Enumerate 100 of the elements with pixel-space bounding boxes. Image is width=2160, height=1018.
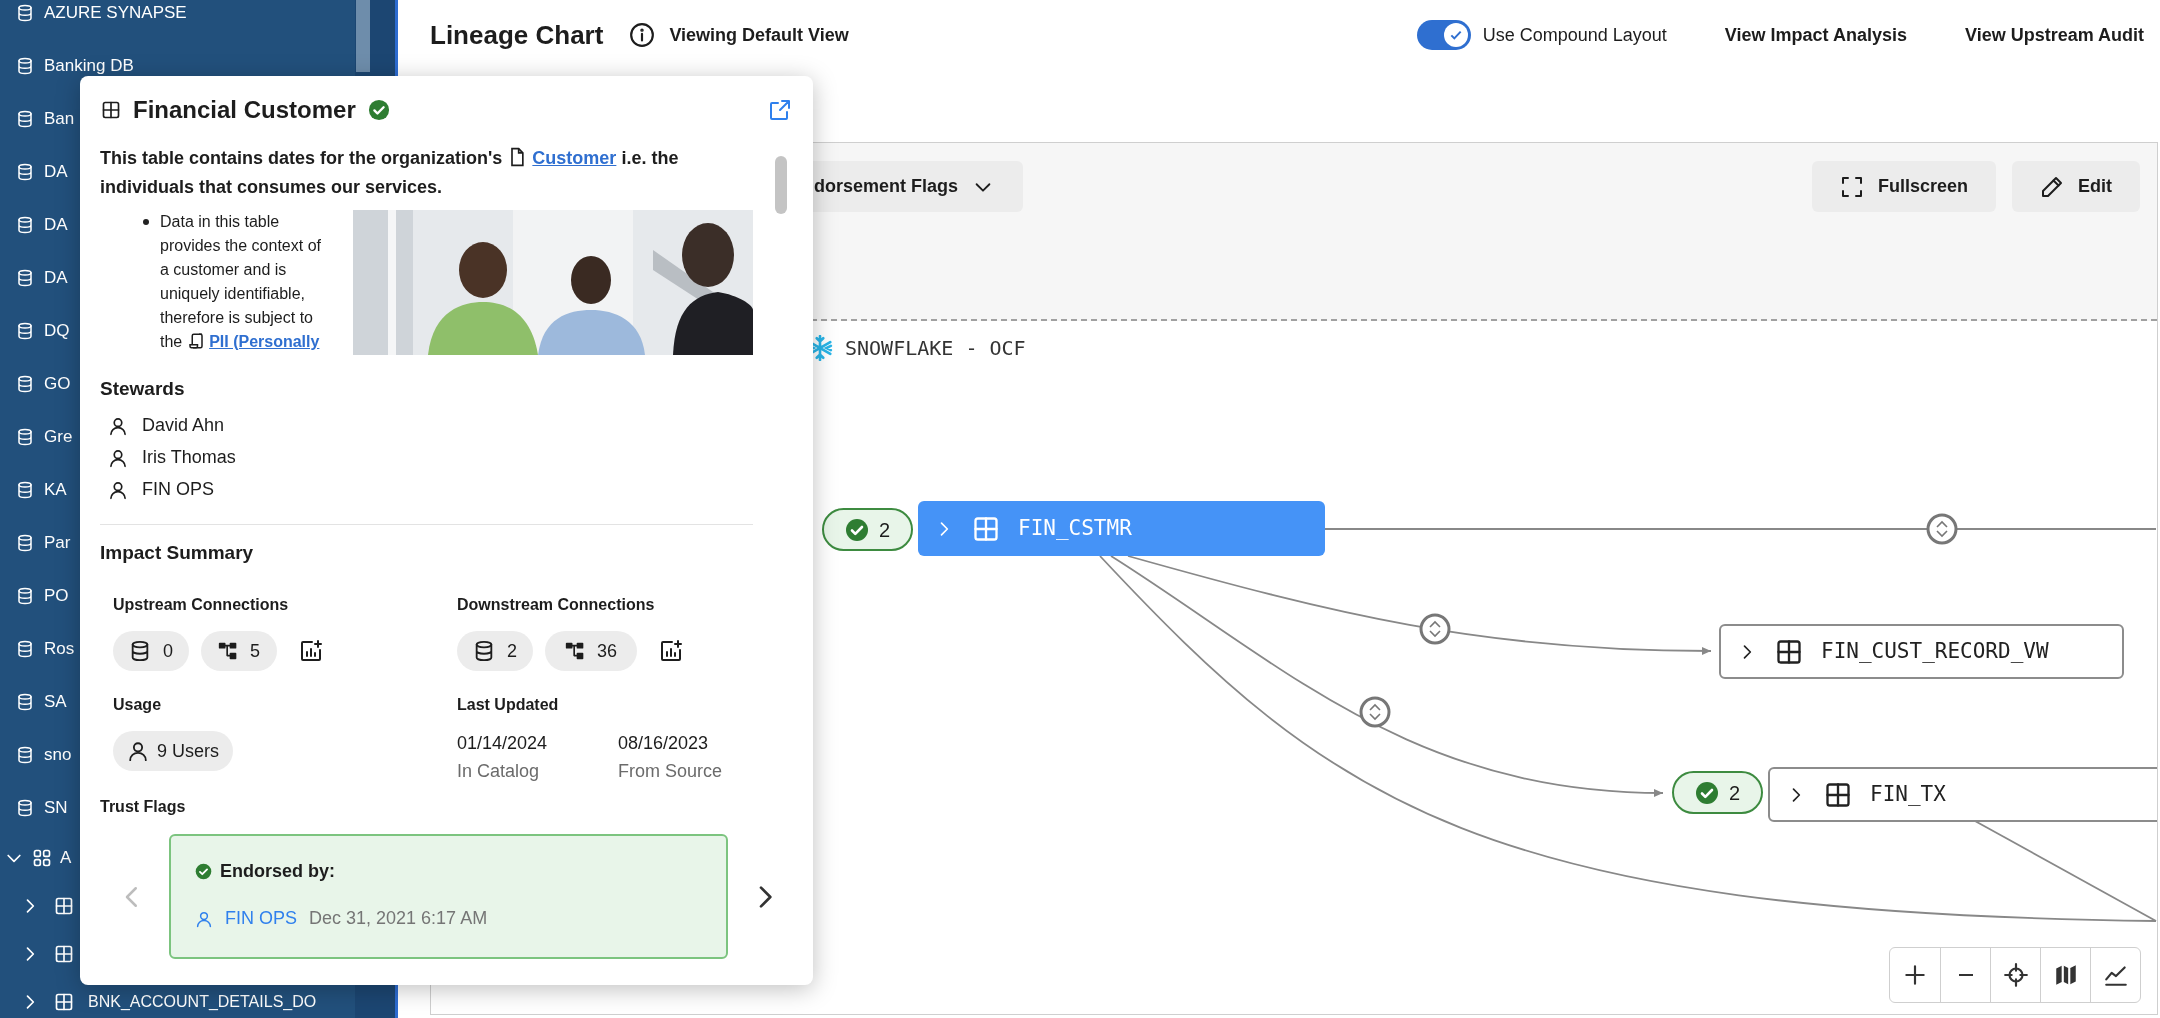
table-icon — [1824, 780, 1852, 809]
table-icon — [54, 896, 74, 916]
usage-pill[interactable]: 9 Users — [113, 731, 233, 771]
check-icon — [844, 517, 869, 542]
database-icon — [16, 745, 34, 764]
table-icon — [972, 514, 1000, 543]
person-icon — [195, 909, 213, 928]
description-text: This table contains dates for the organization's Customer i.e. the individuals that consumes our services. — [100, 146, 680, 199]
sidebar-item[interactable]: sno — [44, 741, 72, 768]
count-pill[interactable]: 0 — [113, 631, 189, 671]
grid-icon — [32, 848, 52, 868]
database-icon — [16, 162, 34, 181]
sidebar-item[interactable]: SN — [44, 794, 68, 821]
count-pill[interactable]: 2 — [457, 631, 533, 671]
sidebar-item[interactable]: DQ — [44, 317, 70, 344]
check-icon — [1694, 780, 1719, 805]
database-icon — [16, 374, 34, 393]
verified-icon — [367, 99, 390, 121]
chart-add-icon[interactable] — [299, 639, 323, 663]
toggle-switch[interactable] — [1416, 20, 1471, 50]
date-value: 01/14/2024 — [457, 732, 549, 755]
edit-button[interactable]: Edit — [2012, 161, 2140, 212]
person-icon — [108, 415, 128, 436]
endorsed-time: Dec 31, 2021 6:17 AM — [309, 907, 488, 930]
view-label: Viewing Default View — [669, 23, 849, 47]
bullet-text: Data in this table provides the context of a customer and is uniquely identifiable, therefore is subject to the PII (Personally — [160, 212, 322, 352]
sidebar-item[interactable]: KA — [44, 476, 67, 503]
sidebar-item[interactable]: Ban — [44, 105, 75, 132]
badge-count: 2 — [1728, 780, 1741, 806]
database-icon — [16, 109, 34, 128]
collapse-edge-icon[interactable] — [1419, 613, 1451, 645]
database-icon — [16, 533, 34, 552]
badge-count: 2 — [878, 517, 891, 543]
group-label: SNOWFLAKE - OCF — [845, 335, 1026, 362]
person-icon — [127, 740, 149, 762]
scrollbar-thumb[interactable] — [356, 0, 370, 72]
recenter-icon — [2002, 962, 2029, 988]
fullscreen-icon — [1839, 174, 1864, 199]
steward-name[interactable]: Iris Thomas — [142, 444, 236, 471]
table-icon — [1775, 637, 1803, 666]
lineage-node[interactable]: FIN_TX — [1768, 767, 2157, 822]
lineage-icon — [218, 641, 238, 661]
database-icon — [16, 586, 34, 605]
collapse-edge-icon[interactable] — [1926, 513, 1958, 545]
sidebar-item[interactable]: DA — [44, 158, 68, 185]
date-caption: From Source — [618, 760, 724, 783]
external-link-icon — [768, 98, 792, 122]
database-icon — [16, 427, 34, 446]
card-title: Endorsed by: — [220, 860, 335, 883]
field-label: Downstream Connections — [457, 595, 656, 615]
popover-title: Financial Customer — [133, 95, 356, 125]
sidebar-item[interactable]: SA — [44, 688, 67, 715]
sidebar-item[interactable]: BNK_ACCOUNT_DETAILS_DO — [88, 990, 317, 1014]
pii-link[interactable]: PII (Personally — [209, 333, 320, 350]
database-icon — [16, 3, 34, 22]
sidebar-item[interactable]: Ros — [44, 635, 75, 662]
header-link[interactable]: View Upstream Audit — [1964, 21, 2144, 49]
table-icon — [101, 100, 121, 120]
trust-badge[interactable]: 2 — [1672, 771, 1763, 814]
info-icon — [629, 22, 656, 48]
lineage-node[interactable]: FIN_CUST_RECORD_VW — [1719, 624, 2124, 679]
lineage-icon — [565, 641, 585, 661]
database-icon — [16, 268, 34, 287]
section-heading: Impact Summary — [100, 540, 255, 565]
database-icon — [129, 640, 151, 662]
database-icon — [16, 56, 34, 75]
sidebar-item[interactable]: Par — [44, 529, 71, 556]
page-title: Lineage Chart — [430, 18, 604, 52]
database-icon — [16, 480, 34, 499]
person-icon — [108, 479, 128, 500]
fullscreen-button[interactable]: Fullscreen — [1811, 161, 1996, 212]
sidebar-item[interactable]: Banking DB — [44, 52, 134, 79]
zoom-in-icon — [1902, 962, 1928, 988]
sidebar-item[interactable]: Gre — [44, 423, 73, 450]
database-icon — [16, 321, 34, 340]
filter-dropdown[interactable]: dorsement Flags — [810, 161, 1023, 212]
count-pill[interactable]: 5 — [201, 631, 277, 671]
table-icon — [54, 944, 74, 964]
pencil-icon — [2040, 174, 2064, 199]
database-icon — [16, 692, 34, 711]
sidebar-item[interactable]: DA — [44, 211, 68, 238]
sidebar-item[interactable]: GO — [44, 370, 71, 397]
database-icon — [16, 639, 34, 658]
scrollbar-thumb[interactable] — [775, 156, 787, 214]
sidebar-item[interactable]: A — [60, 845, 72, 871]
trust-badge[interactable]: 2 — [822, 508, 913, 551]
collapse-edge-icon[interactable] — [1359, 696, 1391, 728]
sidebar-item[interactable]: AZURE SYNAPSE — [44, 0, 187, 26]
sidebar-item[interactable]: PO — [44, 582, 69, 609]
steward-name[interactable]: David Ahn — [142, 412, 225, 439]
chart-add-icon[interactable] — [659, 639, 683, 663]
date-value: 08/16/2023 — [618, 732, 710, 755]
count-pill[interactable]: 36 — [545, 631, 637, 671]
steward-name[interactable]: FIN OPS — [142, 476, 214, 503]
customer-link[interactable]: Customer — [532, 148, 617, 168]
external-link[interactable] — [768, 98, 792, 122]
table-icon — [54, 992, 74, 1012]
header-link[interactable]: View Impact Analysis — [1724, 21, 1907, 49]
database-icon — [473, 640, 495, 662]
sidebar-item[interactable]: DA — [44, 264, 68, 291]
